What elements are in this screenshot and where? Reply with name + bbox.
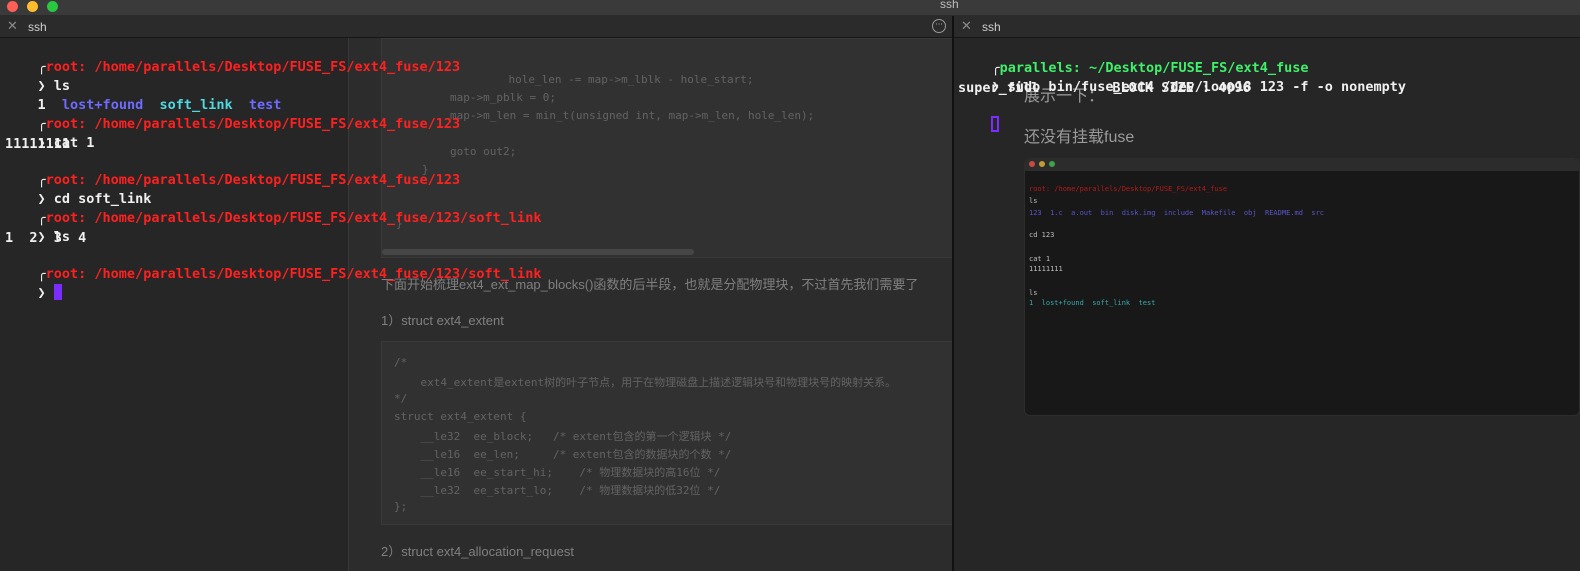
left-tab-bar: ✕ ssh ··· (0, 16, 952, 38)
thumbnail-line: 11111111 (1029, 265, 1063, 273)
command-line[interactable] (958, 98, 999, 152)
code-line: __le32 ee_start_lo; /* 物理数据块的低32位 */ (394, 484, 721, 497)
close-tab-icon[interactable]: ✕ (961, 19, 972, 34)
close-tab-icon[interactable]: ✕ (7, 19, 18, 34)
thumbnail-line: cat 1 (1029, 255, 1051, 263)
more-options-icon[interactable]: ··· (932, 19, 946, 33)
thumbnail-line: 123 1.c a.out bin disk.img include Makef… (1029, 209, 1325, 217)
thumbnail-line: cd 123 (1029, 231, 1055, 239)
terminal-cursor (990, 116, 999, 132)
thumbnail-titlebar (1025, 159, 1579, 171)
code-line: __le16 ee_len; /* extent包含的数据块的个数 */ (394, 448, 732, 461)
right-tab-bar: ✕ ssh (954, 16, 1580, 38)
right-terminal-pane[interactable]: 展示一下： 还没有挂载fuse root: /home/parallels/De… (954, 38, 1580, 571)
command-line[interactable]: ❯ (5, 266, 62, 320)
code-line: map->m_pblk = 0; (450, 91, 556, 104)
cat-output: 11111111 (5, 136, 71, 152)
window-title: ssh (940, 0, 959, 11)
background-text: 还没有挂载fuse (1024, 129, 1135, 146)
left-terminal-pane[interactable]: hole_len -= map->m_lblk - hole_start; ma… (0, 38, 952, 571)
tab-ssh-left[interactable]: ssh (28, 20, 47, 34)
code-line: map->m_len = min_t(unsigned int, map->m_… (450, 109, 815, 122)
code-line: __le32 ee_block; /* extent包含的第一个逻辑块 */ (394, 430, 732, 443)
code-line: ext4_extent是extent树的叶子节点，用于在物理磁盘上描述逻辑块号和… (394, 376, 897, 389)
thumbnail-line: ls (1029, 289, 1038, 297)
article-heading: 1）struct ext4_extent (381, 313, 504, 328)
terminal-cursor (53, 284, 62, 300)
code-line: }; (394, 500, 408, 513)
code-line: __le16 ee_start_hi; /* 物理数据块的高16位 */ (394, 466, 721, 479)
prompt-line: ╭root: /home/parallels/Desktop/FUSE_FS/e… (37, 266, 542, 282)
window-titlebar: ssh (0, 0, 1580, 16)
program-output: super_fill BLOCK SIZE : 4096 (958, 80, 1251, 96)
close-window-button[interactable] (7, 1, 18, 12)
thumbnail-line: root: /home/parallels/Desktop/FUSE_FS/ex… (1029, 185, 1228, 193)
code-block-struct: /* ext4_extent是extent树的叶子节点，用于在物理磁盘上描述逻辑… (381, 341, 952, 525)
minimize-window-button[interactable] (27, 1, 38, 12)
thumbnail-line: ls (1029, 197, 1038, 205)
thumbnail-line: 1 lost+found soft_link test (1029, 299, 1156, 307)
code-line: */ (394, 392, 408, 405)
ls-output: 1 2 3 4 (5, 230, 87, 246)
code-line: hole_len -= map->m_lblk - hole_start; (482, 73, 754, 86)
zoom-window-button[interactable] (47, 1, 58, 12)
tab-ssh-right[interactable]: ssh (982, 20, 1001, 34)
background-screenshot-thumbnail: root: /home/parallels/Desktop/FUSE_FS/ex… (1024, 158, 1580, 416)
code-line: /* (394, 356, 408, 369)
article-heading: 2）struct ext4_allocation_request (381, 544, 574, 559)
code-line: struct ext4_extent { (394, 410, 527, 423)
